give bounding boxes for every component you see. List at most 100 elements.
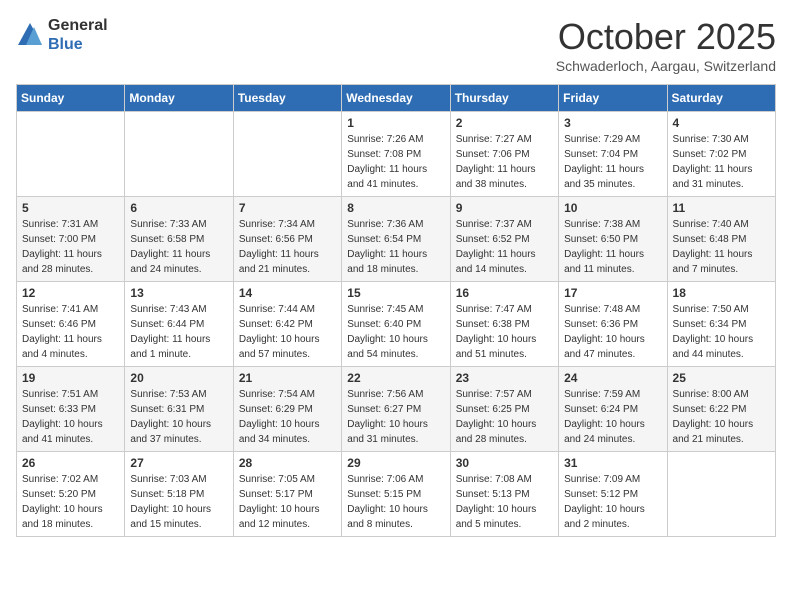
day-info: Sunrise: 7:05 AM Sunset: 5:17 PM Dayligh… <box>239 472 336 532</box>
sunrise-text: Sunrise: 7:59 AM <box>564 389 640 400</box>
calendar-cell: 10 Sunrise: 7:38 AM Sunset: 6:50 PM Dayl… <box>559 197 667 282</box>
location: Schwaderloch, Aargau, Switzerland <box>556 58 776 74</box>
day-number: 8 <box>347 201 444 215</box>
calendar-cell <box>233 112 341 197</box>
day-number: 31 <box>564 456 661 470</box>
day-info: Sunrise: 7:44 AM Sunset: 6:42 PM Dayligh… <box>239 302 336 362</box>
sunset-text: Sunset: 7:06 PM <box>456 149 530 160</box>
day-info: Sunrise: 7:30 AM Sunset: 7:02 PM Dayligh… <box>673 132 770 192</box>
calendar-cell <box>667 452 775 537</box>
calendar-cell: 30 Sunrise: 7:08 AM Sunset: 5:13 PM Dayl… <box>450 452 558 537</box>
day-info: Sunrise: 7:33 AM Sunset: 6:58 PM Dayligh… <box>130 217 227 277</box>
title-block: October 2025 Schwaderloch, Aargau, Switz… <box>556 16 776 74</box>
col-header-wednesday: Wednesday <box>342 85 450 112</box>
day-info: Sunrise: 8:00 AM Sunset: 6:22 PM Dayligh… <box>673 387 770 447</box>
calendar-cell: 2 Sunrise: 7:27 AM Sunset: 7:06 PM Dayli… <box>450 112 558 197</box>
calendar-cell <box>17 112 125 197</box>
calendar-cell: 4 Sunrise: 7:30 AM Sunset: 7:02 PM Dayli… <box>667 112 775 197</box>
sunrise-text: Sunrise: 7:41 AM <box>22 304 98 315</box>
calendar-cell: 27 Sunrise: 7:03 AM Sunset: 5:18 PM Dayl… <box>125 452 233 537</box>
sunset-text: Sunset: 6:52 PM <box>456 234 530 245</box>
sunset-text: Sunset: 6:25 PM <box>456 404 530 415</box>
sunrise-text: Sunrise: 7:34 AM <box>239 219 315 230</box>
daylight-text: Daylight: 10 hours and 2 minutes. <box>564 504 645 530</box>
calendar-cell: 31 Sunrise: 7:09 AM Sunset: 5:12 PM Dayl… <box>559 452 667 537</box>
daylight-text: Daylight: 11 hours and 1 minute. <box>130 334 210 360</box>
day-info: Sunrise: 7:47 AM Sunset: 6:38 PM Dayligh… <box>456 302 553 362</box>
daylight-text: Daylight: 11 hours and 31 minutes. <box>673 164 753 190</box>
sunset-text: Sunset: 6:34 PM <box>673 319 747 330</box>
daylight-text: Daylight: 10 hours and 51 minutes. <box>456 334 537 360</box>
calendar-week-row: 12 Sunrise: 7:41 AM Sunset: 6:46 PM Dayl… <box>17 282 776 367</box>
day-info: Sunrise: 7:59 AM Sunset: 6:24 PM Dayligh… <box>564 387 661 447</box>
calendar-cell: 23 Sunrise: 7:57 AM Sunset: 6:25 PM Dayl… <box>450 367 558 452</box>
day-info: Sunrise: 7:08 AM Sunset: 5:13 PM Dayligh… <box>456 472 553 532</box>
sunrise-text: Sunrise: 8:00 AM <box>673 389 749 400</box>
daylight-text: Daylight: 11 hours and 38 minutes. <box>456 164 536 190</box>
day-number: 7 <box>239 201 336 215</box>
sunset-text: Sunset: 6:42 PM <box>239 319 313 330</box>
day-info: Sunrise: 7:43 AM Sunset: 6:44 PM Dayligh… <box>130 302 227 362</box>
calendar-table: SundayMondayTuesdayWednesdayThursdayFrid… <box>16 84 776 537</box>
sunrise-text: Sunrise: 7:51 AM <box>22 389 98 400</box>
sunset-text: Sunset: 6:27 PM <box>347 404 421 415</box>
calendar-cell: 9 Sunrise: 7:37 AM Sunset: 6:52 PM Dayli… <box>450 197 558 282</box>
calendar-cell: 13 Sunrise: 7:43 AM Sunset: 6:44 PM Dayl… <box>125 282 233 367</box>
logo-icon <box>16 21 44 49</box>
sunrise-text: Sunrise: 7:27 AM <box>456 134 532 145</box>
day-info: Sunrise: 7:34 AM Sunset: 6:56 PM Dayligh… <box>239 217 336 277</box>
sunset-text: Sunset: 6:56 PM <box>239 234 313 245</box>
day-info: Sunrise: 7:29 AM Sunset: 7:04 PM Dayligh… <box>564 132 661 192</box>
day-number: 22 <box>347 371 444 385</box>
sunrise-text: Sunrise: 7:54 AM <box>239 389 315 400</box>
sunset-text: Sunset: 6:54 PM <box>347 234 421 245</box>
day-number: 4 <box>673 116 770 130</box>
daylight-text: Daylight: 11 hours and 35 minutes. <box>564 164 644 190</box>
col-header-tuesday: Tuesday <box>233 85 341 112</box>
day-number: 2 <box>456 116 553 130</box>
calendar-cell: 3 Sunrise: 7:29 AM Sunset: 7:04 PM Dayli… <box>559 112 667 197</box>
day-number: 19 <box>22 371 119 385</box>
sunset-text: Sunset: 6:50 PM <box>564 234 638 245</box>
daylight-text: Daylight: 10 hours and 18 minutes. <box>22 504 103 530</box>
daylight-text: Daylight: 10 hours and 41 minutes. <box>22 419 103 445</box>
sunset-text: Sunset: 6:48 PM <box>673 234 747 245</box>
col-header-sunday: Sunday <box>17 85 125 112</box>
sunrise-text: Sunrise: 7:45 AM <box>347 304 423 315</box>
month-title: October 2025 <box>556 16 776 58</box>
sunrise-text: Sunrise: 7:05 AM <box>239 474 315 485</box>
day-number: 11 <box>673 201 770 215</box>
sunrise-text: Sunrise: 7:09 AM <box>564 474 640 485</box>
sunset-text: Sunset: 7:04 PM <box>564 149 638 160</box>
daylight-text: Daylight: 10 hours and 34 minutes. <box>239 419 320 445</box>
calendar-cell: 16 Sunrise: 7:47 AM Sunset: 6:38 PM Dayl… <box>450 282 558 367</box>
daylight-text: Daylight: 11 hours and 24 minutes. <box>130 249 210 275</box>
day-number: 12 <box>22 286 119 300</box>
sunset-text: Sunset: 6:33 PM <box>22 404 96 415</box>
day-info: Sunrise: 7:54 AM Sunset: 6:29 PM Dayligh… <box>239 387 336 447</box>
day-number: 26 <box>22 456 119 470</box>
sunrise-text: Sunrise: 7:03 AM <box>130 474 206 485</box>
sunset-text: Sunset: 5:15 PM <box>347 489 421 500</box>
day-number: 17 <box>564 286 661 300</box>
daylight-text: Daylight: 11 hours and 11 minutes. <box>564 249 644 275</box>
daylight-text: Daylight: 11 hours and 18 minutes. <box>347 249 427 275</box>
calendar-cell: 29 Sunrise: 7:06 AM Sunset: 5:15 PM Dayl… <box>342 452 450 537</box>
day-number: 16 <box>456 286 553 300</box>
day-info: Sunrise: 7:03 AM Sunset: 5:18 PM Dayligh… <box>130 472 227 532</box>
calendar-cell: 25 Sunrise: 8:00 AM Sunset: 6:22 PM Dayl… <box>667 367 775 452</box>
calendar-cell <box>125 112 233 197</box>
calendar-cell: 20 Sunrise: 7:53 AM Sunset: 6:31 PM Dayl… <box>125 367 233 452</box>
page-header: General Blue October 2025 Schwaderloch, … <box>16 16 776 74</box>
day-info: Sunrise: 7:51 AM Sunset: 6:33 PM Dayligh… <box>22 387 119 447</box>
day-info: Sunrise: 7:45 AM Sunset: 6:40 PM Dayligh… <box>347 302 444 362</box>
logo-blue-text: Blue <box>48 35 108 54</box>
sunrise-text: Sunrise: 7:29 AM <box>564 134 640 145</box>
daylight-text: Daylight: 11 hours and 28 minutes. <box>22 249 102 275</box>
sunrise-text: Sunrise: 7:38 AM <box>564 219 640 230</box>
calendar-cell: 26 Sunrise: 7:02 AM Sunset: 5:20 PM Dayl… <box>17 452 125 537</box>
day-number: 1 <box>347 116 444 130</box>
sunset-text: Sunset: 6:24 PM <box>564 404 638 415</box>
col-header-friday: Friday <box>559 85 667 112</box>
sunrise-text: Sunrise: 7:56 AM <box>347 389 423 400</box>
